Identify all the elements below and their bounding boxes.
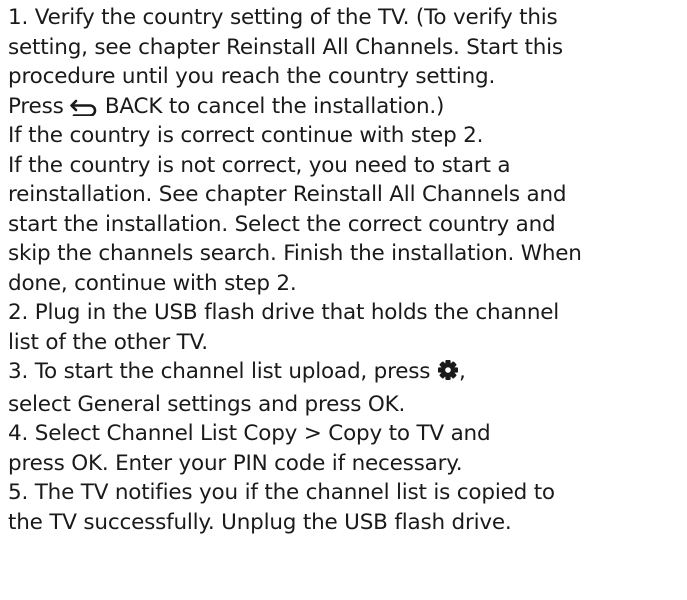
general-settings-label: General settings [77,391,252,417]
step-1-line-5: If the country is correct continue with … [8,123,484,148]
step-4-line-2: press OK. Enter your PIN code if necessa… [8,449,684,479]
step-1-line-7: reinstallation. See chapter Reinstall Al… [8,182,567,207]
cancel-installation-text: to cancel the installation.) [162,93,445,119]
step-1-line-10: done, continue with step 2. [8,270,297,296]
and-press-text: and press [258,391,368,417]
step-5-line-1: 5. The TV notifies you if the channel li… [8,480,555,505]
step-3-line-1: 3. To start the channel list upload, pre… [8,357,684,390]
pin-code-text: . Enter your PIN code if necessary. [101,450,463,476]
step-1-line-2: setting, see chapter Reinstall All Chann… [8,34,563,60]
select-text: select [8,391,78,417]
step-5-line-2: the TV successfully. Unplug the USB flas… [8,509,512,535]
copy-to-tv-label: Copy to TV [328,421,444,446]
press-text: press [8,450,72,476]
period: . [398,391,406,417]
menu-separator: > [303,421,329,446]
instructions-text: 1. Verify the country setting of the TV.… [8,3,684,537]
step-3-line-2: select General settings and press OK. [8,390,684,420]
step-1-line-6: If the country is not correct, you need … [8,152,511,178]
step-1-line-4: Press BACK to cancel the installation.) [8,92,684,122]
press-label: Press [8,93,71,119]
step-2-line-2: list of the other TV. [8,329,208,355]
gear-icon [437,359,459,390]
step-4-line-1: 4. Select Channel List Copy > Copy to TV… [8,419,684,449]
step-1-line-8: start the installation. Select the corre… [8,211,556,237]
step-2-line-1: 2. Plug in the USB flash drive that hold… [8,300,560,325]
back-key-label: BACK [104,93,163,119]
step-1-line-3: procedure until you reach the country se… [8,64,496,89]
step-3-text: 3. To start the channel list upload, pre… [8,359,437,384]
step-4-text: 4. Select [8,421,107,446]
back-arrow-icon [70,98,98,116]
ok-key-label-2: OK [71,450,102,476]
step-1-line-9: skip the channels search. Finish the ins… [8,241,582,266]
step-1-line-1: 1. Verify the country setting of the TV.… [8,5,558,30]
and-text: and [450,421,491,446]
channel-list-copy-label: Channel List Copy [106,421,298,446]
comma: , [458,359,466,384]
ok-key-label: OK [367,391,399,417]
